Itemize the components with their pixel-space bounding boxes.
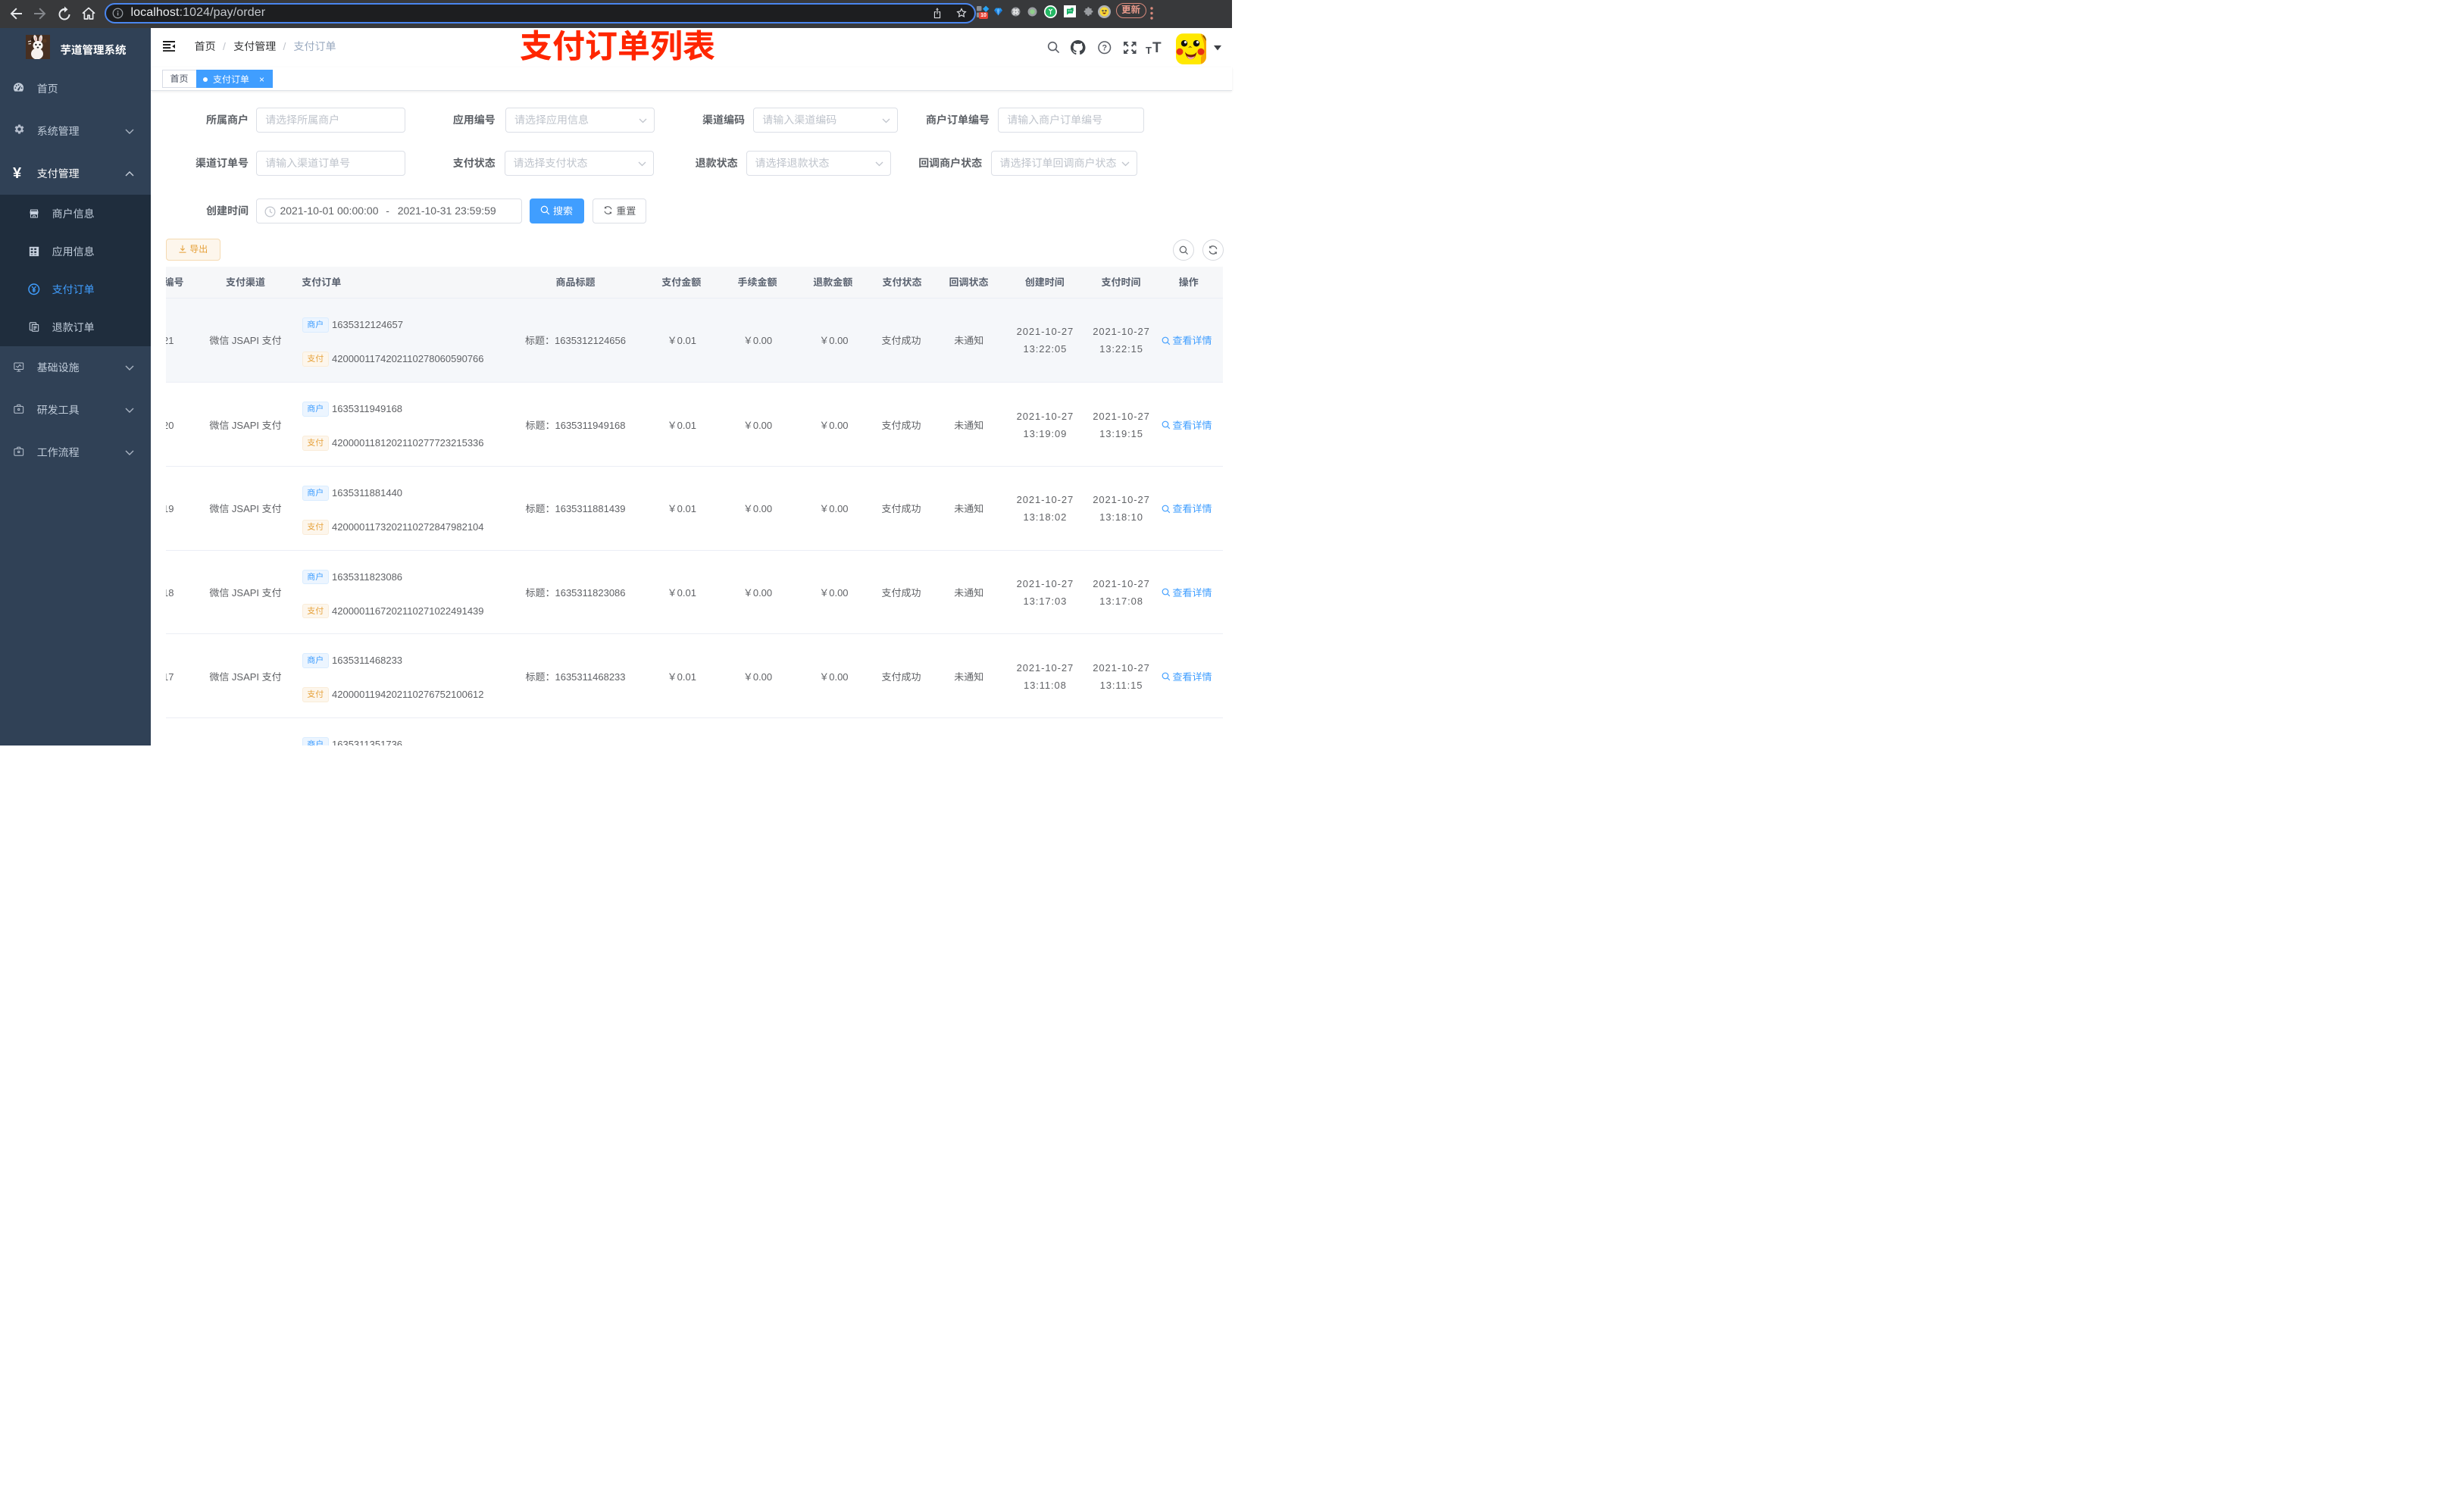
svg-text:?: ?	[1102, 43, 1107, 52]
